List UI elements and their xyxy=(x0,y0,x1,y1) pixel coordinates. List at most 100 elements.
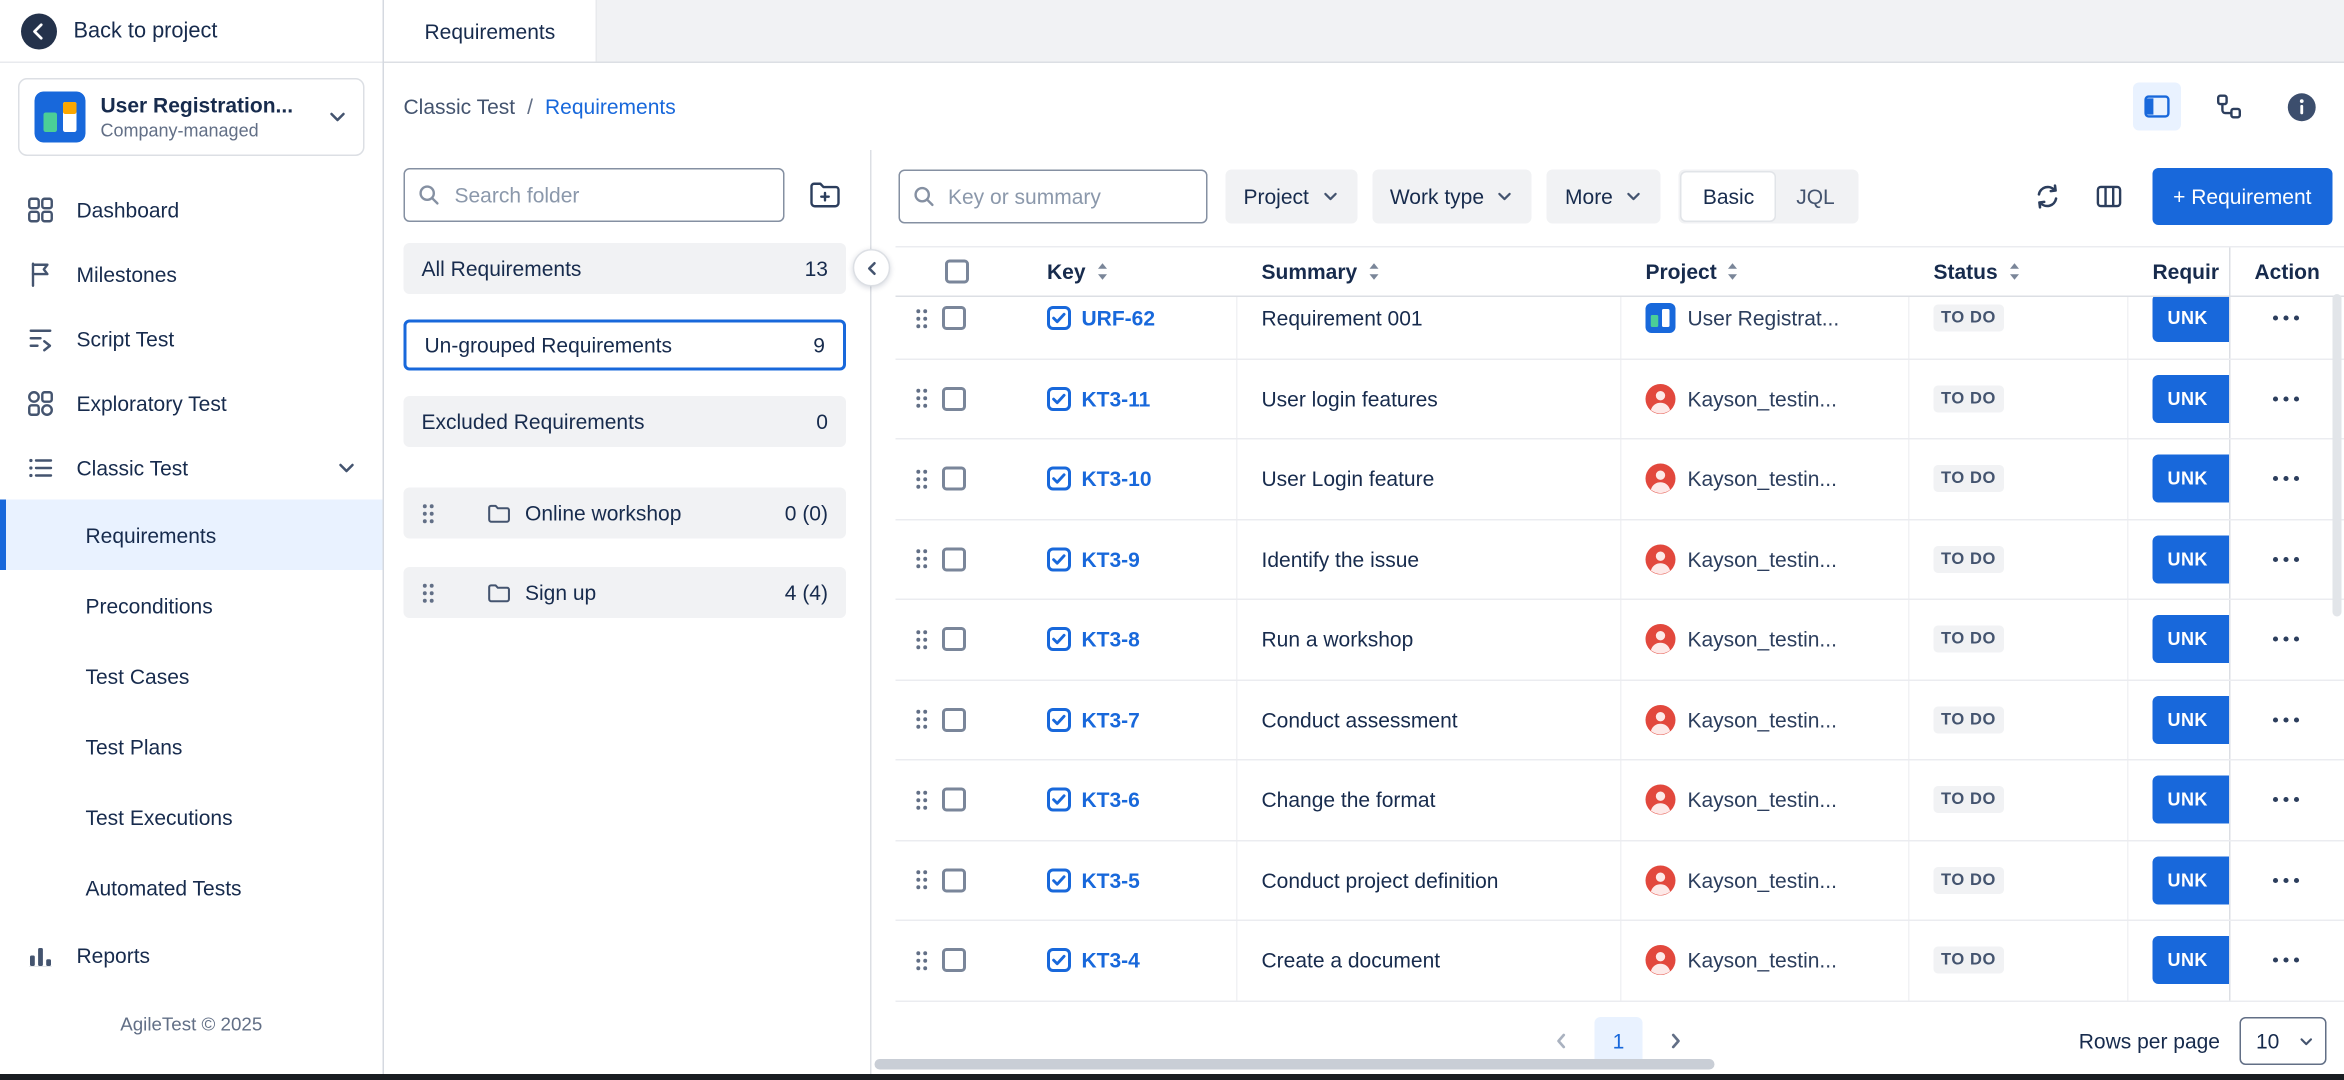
folder-group-ungrouped-requirements[interactable]: Un-grouped Requirements 9 xyxy=(404,320,847,371)
refresh-button[interactable] xyxy=(2026,176,2068,218)
sidebar-item-preconditions[interactable]: Preconditions xyxy=(0,570,383,641)
drag-handle-icon[interactable] xyxy=(915,387,929,410)
add-requirement-button[interactable]: + Requirement xyxy=(2152,168,2332,225)
sidebar-item-requirements[interactable]: Requirements xyxy=(0,500,383,571)
horizontal-scrollbar[interactable] xyxy=(875,1059,1715,1070)
drag-handle-icon[interactable] xyxy=(422,581,436,604)
row-checkbox[interactable] xyxy=(942,387,966,411)
sidebar-item-reports[interactable]: Reports xyxy=(0,923,383,988)
requirement-type-icon xyxy=(1047,788,1071,812)
row-key-link[interactable]: URF-62 xyxy=(1082,306,1156,330)
row-actions-button[interactable] xyxy=(2264,708,2309,732)
row-actions-button[interactable] xyxy=(2264,467,2309,491)
row-checkbox[interactable] xyxy=(942,948,966,972)
sidebar-item-automated-tests[interactable]: Automated Tests xyxy=(0,852,383,923)
work-type-filter-dropdown[interactable]: Work type xyxy=(1372,170,1532,224)
requirements-table: Key Summary Project Status xyxy=(896,246,2344,1002)
page-number-button[interactable]: 1 xyxy=(1595,1017,1643,1065)
tab-requirements[interactable]: Requirements xyxy=(384,0,597,62)
sidebar-item-classic-test[interactable]: Classic Test xyxy=(0,435,383,500)
folder-item-online-workshop[interactable]: Online workshop 0 (0) xyxy=(404,488,847,539)
sidebar-item-milestones[interactable]: Milestones xyxy=(0,242,383,307)
jql-mode-button[interactable]: JQL xyxy=(1775,173,1856,221)
row-key-link[interactable]: KT3-9 xyxy=(1082,547,1140,571)
next-page-button[interactable] xyxy=(1652,1017,1700,1065)
breadcrumb-current[interactable]: Requirements xyxy=(545,95,676,119)
row-key-link[interactable]: KT3-11 xyxy=(1082,387,1151,411)
requirement-coverage-button[interactable]: UNK xyxy=(2153,776,2230,824)
drag-handle-icon[interactable] xyxy=(915,307,929,330)
previous-page-button[interactable] xyxy=(1538,1017,1586,1065)
row-key-link[interactable]: KT3-10 xyxy=(1082,467,1152,491)
column-header-summary[interactable]: Summary xyxy=(1238,248,1622,296)
column-header-key[interactable]: Key xyxy=(1032,248,1238,296)
row-actions-button[interactable] xyxy=(2264,868,2309,892)
project-selector[interactable]: User Registration... Company-managed xyxy=(18,78,365,156)
more-filter-dropdown[interactable]: More xyxy=(1547,170,1661,224)
column-header-requirement[interactable]: Requir xyxy=(2129,248,2230,296)
row-checkbox[interactable] xyxy=(942,627,966,651)
rows-per-page-select[interactable]: 10 xyxy=(2240,1017,2327,1065)
breadcrumb-parent[interactable]: Classic Test xyxy=(404,95,516,119)
column-header-project[interactable]: Project xyxy=(1622,248,1910,296)
tree-view-toggle[interactable] xyxy=(2205,83,2253,131)
board-view-toggle[interactable] xyxy=(2133,83,2181,131)
sidebar-item-test-executions[interactable]: Test Executions xyxy=(0,782,383,853)
sidebar-item-test-cases[interactable]: Test Cases xyxy=(0,641,383,712)
new-folder-button[interactable] xyxy=(804,174,846,216)
row-key-link[interactable]: KT3-8 xyxy=(1082,627,1140,651)
row-key-link[interactable]: KT3-6 xyxy=(1082,788,1140,812)
folder-group-excluded-requirements[interactable]: Excluded Requirements 0 xyxy=(404,396,847,447)
table-search-input[interactable] xyxy=(899,170,1208,224)
row-checkbox[interactable] xyxy=(942,547,966,571)
row-actions-button[interactable] xyxy=(2264,788,2309,812)
drag-handle-icon[interactable] xyxy=(915,628,929,651)
info-button[interactable] xyxy=(2286,91,2318,123)
back-to-project[interactable]: Back to project xyxy=(0,0,383,63)
row-actions-button[interactable] xyxy=(2264,306,2309,330)
sidebar-item-exploratory-test[interactable]: Exploratory Test xyxy=(0,371,383,436)
sidebar-item-script-test[interactable]: Script Test xyxy=(0,306,383,371)
row-actions-button[interactable] xyxy=(2264,948,2309,972)
requirement-coverage-button[interactable]: UNK xyxy=(2153,936,2230,984)
row-key-link[interactable]: KT3-4 xyxy=(1082,948,1140,972)
project-avatar xyxy=(1646,945,1676,975)
row-checkbox[interactable] xyxy=(942,868,966,892)
basic-mode-button[interactable]: Basic xyxy=(1682,173,1775,221)
drag-handle-icon[interactable] xyxy=(915,789,929,812)
folder-search-input[interactable] xyxy=(404,168,785,222)
drag-handle-icon[interactable] xyxy=(422,502,436,525)
column-header-status[interactable]: Status xyxy=(1910,248,2129,296)
row-actions-button[interactable] xyxy=(2264,387,2309,411)
sidebar-item-dashboard[interactable]: Dashboard xyxy=(0,177,383,242)
folder-group-all-requirements[interactable]: All Requirements 13 xyxy=(404,243,847,294)
requirement-coverage-button[interactable]: UNK xyxy=(2153,615,2230,663)
drag-handle-icon[interactable] xyxy=(915,949,929,972)
drag-handle-icon[interactable] xyxy=(915,708,929,731)
folder-item-sign-up[interactable]: Sign up 4 (4) xyxy=(404,567,847,618)
row-checkbox[interactable] xyxy=(942,788,966,812)
drag-handle-icon[interactable] xyxy=(915,869,929,892)
requirement-coverage-button[interactable]: UNK xyxy=(2153,535,2230,583)
drag-handle-icon[interactable] xyxy=(915,548,929,571)
select-all-checkbox[interactable] xyxy=(945,260,969,284)
requirement-coverage-button[interactable]: UNK xyxy=(2153,297,2230,342)
row-checkbox[interactable] xyxy=(942,467,966,491)
requirement-coverage-button[interactable]: UNK xyxy=(2153,696,2230,744)
row-key-link[interactable]: KT3-5 xyxy=(1082,868,1140,892)
row-key-link[interactable]: KT3-7 xyxy=(1082,708,1140,732)
columns-button[interactable] xyxy=(2088,176,2130,218)
requirement-coverage-button[interactable]: UNK xyxy=(2153,375,2230,423)
row-actions-button[interactable] xyxy=(2264,627,2309,651)
row-checkbox[interactable] xyxy=(942,306,966,330)
sidebar-item-test-plans[interactable]: Test Plans xyxy=(0,711,383,782)
back-arrow-icon[interactable] xyxy=(21,13,57,49)
row-checkbox[interactable] xyxy=(942,708,966,732)
vertical-scrollbar[interactable] xyxy=(2333,294,2342,617)
collapse-panel-button[interactable] xyxy=(853,249,891,287)
row-actions-button[interactable] xyxy=(2264,547,2309,571)
project-filter-dropdown[interactable]: Project xyxy=(1226,170,1357,224)
requirement-coverage-button[interactable]: UNK xyxy=(2153,856,2230,904)
requirement-coverage-button[interactable]: UNK xyxy=(2153,455,2230,503)
drag-handle-icon[interactable] xyxy=(915,468,929,491)
